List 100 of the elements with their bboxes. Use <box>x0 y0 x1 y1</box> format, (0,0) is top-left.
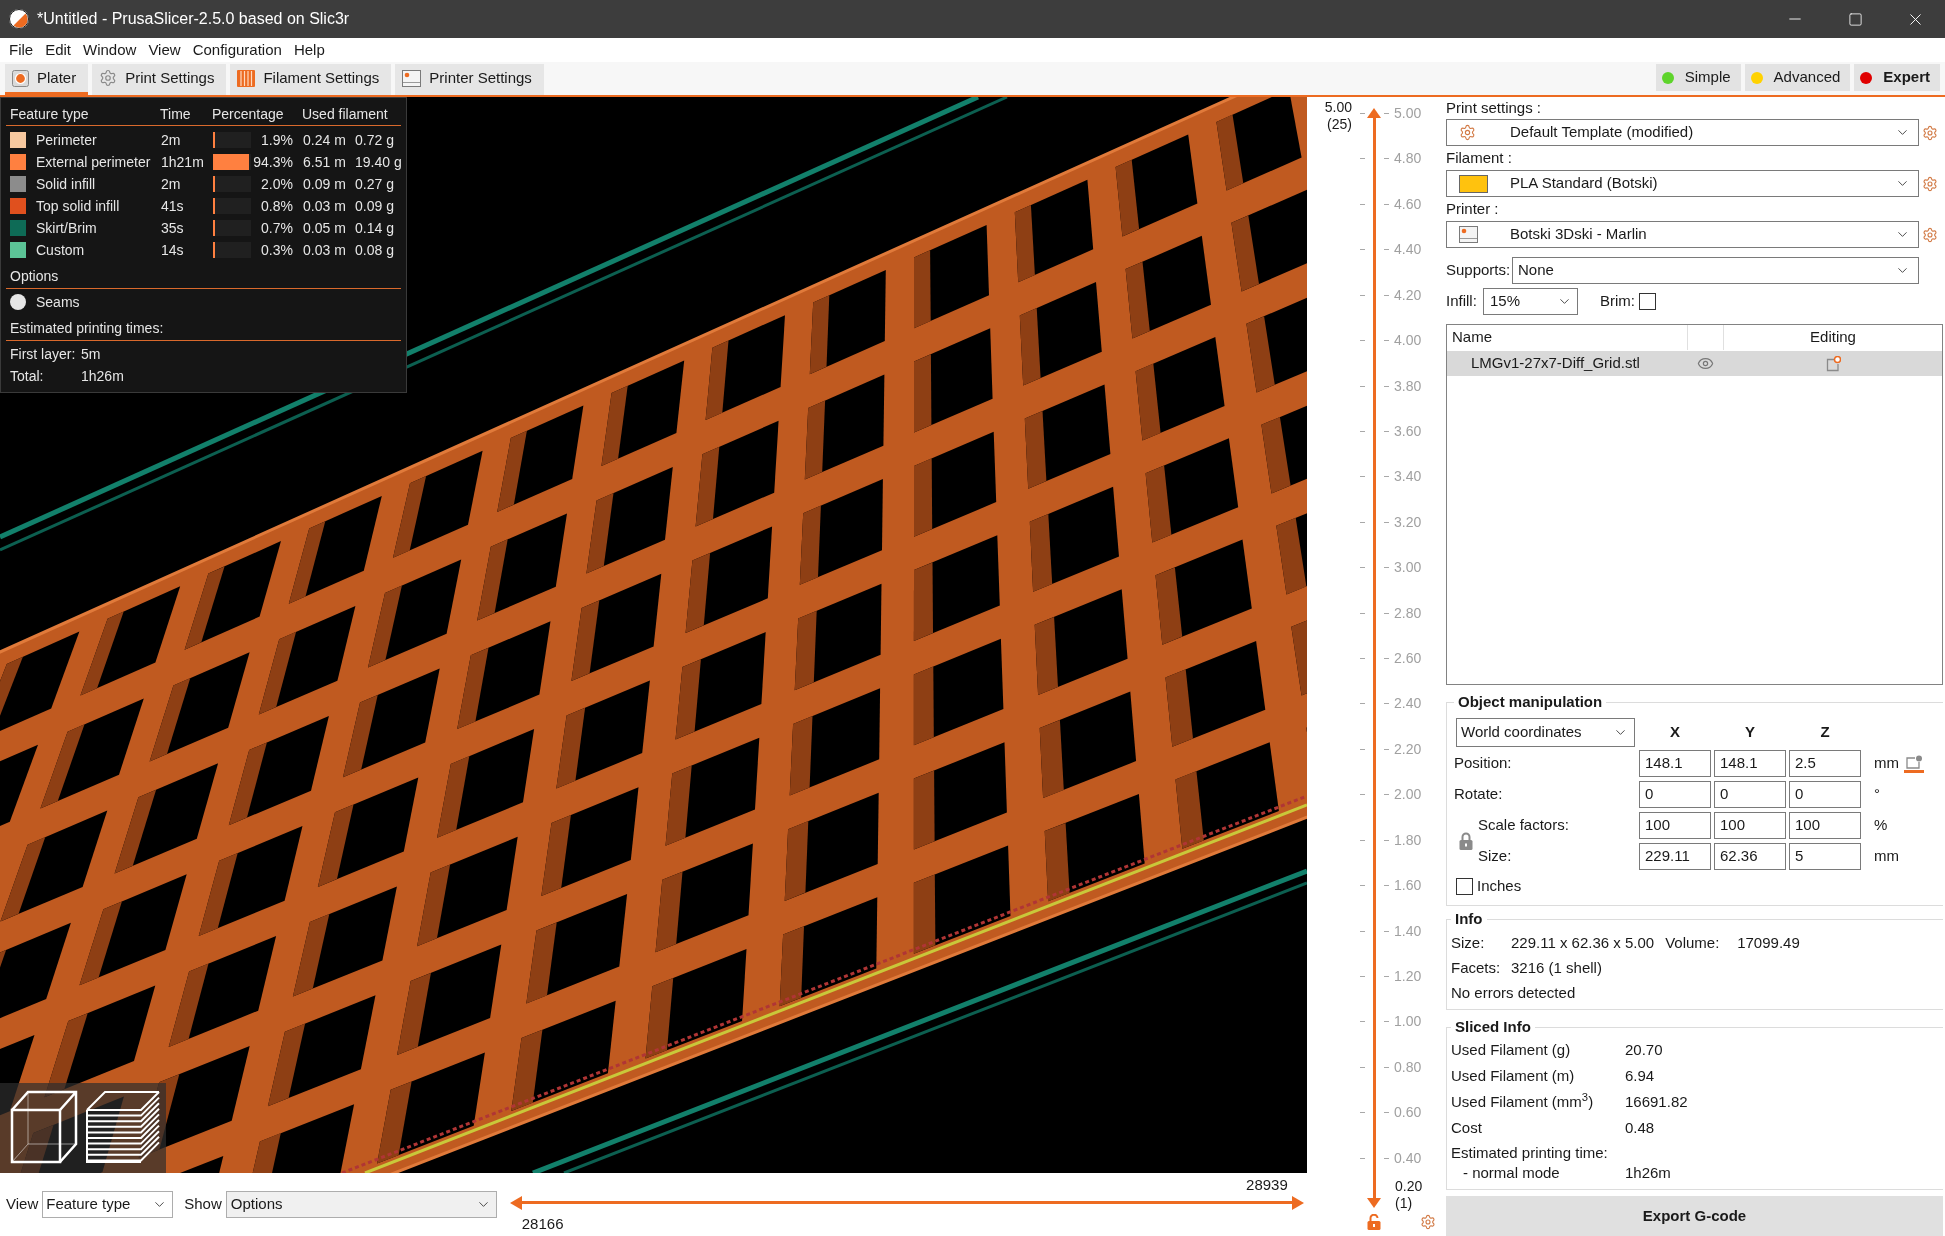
weight-value: 0.72 g <box>355 130 394 150</box>
unit-label: mm <box>1874 753 1899 774</box>
spool-icon <box>237 69 256 87</box>
slider-handle[interactable] <box>1291 1196 1304 1210</box>
show-options-dropdown[interactable]: Options <box>225 1191 497 1218</box>
tick-mark <box>1360 1157 1365 1159</box>
printer-dropdown[interactable]: Botski 3Dski - Marlin <box>1446 221 1919 248</box>
tick-label: 1.60 <box>1394 877 1422 894</box>
number-field[interactable]: 148.1 <box>1714 750 1786 777</box>
time-value: 35s <box>161 218 185 238</box>
info-label: Used Filament (m) <box>1451 1065 1576 1086</box>
length-value: 0.24 m <box>303 130 347 150</box>
tab[interactable]: Plater <box>5 64 89 95</box>
number-field[interactable]: 0 <box>1714 781 1786 808</box>
status-text: No errors detected <box>1451 983 1576 1004</box>
tick-mark <box>1384 794 1389 796</box>
info-label: Used Filament (mm$^{3}$) <box>1451 1090 1595 1112</box>
number-field[interactable]: 62.36 <box>1714 843 1786 870</box>
eye-icon[interactable] <box>1696 355 1714 372</box>
slider-handle[interactable] <box>1367 108 1381 118</box>
slider-handle[interactable] <box>1367 1198 1381 1208</box>
tick-label: 2.80 <box>1394 604 1422 621</box>
tick-mark <box>1384 340 1389 342</box>
tick-mark <box>1360 658 1365 659</box>
print-settings-dropdown[interactable]: Default Template (modified) <box>1446 119 1919 146</box>
number-field[interactable]: 100 <box>1789 812 1861 839</box>
tick-mark <box>1384 930 1389 932</box>
tab[interactable]: Printer Settings <box>395 64 544 95</box>
number-field[interactable]: 2.5 <box>1789 750 1861 777</box>
length-value: 0.03 m <box>303 196 347 216</box>
feature-name: Top solid infill <box>36 196 121 216</box>
open-lock-icon[interactable] <box>1367 1214 1381 1230</box>
menu-item[interactable]: View <box>148 40 181 60</box>
column-header: Editing <box>1723 325 1942 350</box>
tick-mark <box>1360 294 1365 296</box>
number-field[interactable]: 5 <box>1789 843 1861 870</box>
number-field[interactable]: 100 <box>1639 812 1711 839</box>
window-title: *Untitled - PrusaSlicer-2.5.0 based on Slic3r <box>37 9 350 29</box>
object-list-row[interactable]: LMGv1-27x7-Diff_Grid.stl <box>1447 351 1942 376</box>
supports-dropdown[interactable]: None <box>1512 257 1919 284</box>
tick-label: 4.20 <box>1394 286 1422 303</box>
object-on-bed-icon[interactable] <box>1904 754 1924 773</box>
gear-icon[interactable] <box>1420 1214 1436 1230</box>
menu-item[interactable]: Window <box>83 40 137 60</box>
square-dot-icon[interactable] <box>1824 355 1841 372</box>
tick-label: 2.20 <box>1394 740 1422 757</box>
checkbox[interactable] <box>1456 877 1473 895</box>
tick-label: 0.40 <box>1394 1149 1422 1166</box>
slider-value-label: 28166 <box>521 1215 564 1233</box>
checkbox[interactable] <box>1639 293 1656 310</box>
tick-mark <box>1384 476 1389 478</box>
tick-mark <box>1384 385 1389 387</box>
info-value: 17099.49 <box>1737 933 1800 954</box>
number-field[interactable]: 229.11 <box>1639 843 1711 870</box>
export-gcode-button[interactable]: Export G-code <box>1446 1196 1943 1236</box>
tab[interactable]: Filament Settings <box>230 64 392 95</box>
percentage-value: 94.3% <box>252 152 293 172</box>
seam-marker-icon[interactable] <box>10 294 26 310</box>
number-field[interactable]: 100 <box>1714 812 1786 839</box>
percentage-value: 0.3% <box>260 240 293 260</box>
menu-item[interactable]: Help <box>293 40 325 60</box>
field-label: Inches <box>1477 876 1522 896</box>
number-field[interactable]: 0 <box>1789 781 1861 808</box>
gear-icon[interactable] <box>1922 175 1938 192</box>
tick-label: 3.00 <box>1394 559 1422 576</box>
feature-name: Custom <box>36 240 86 260</box>
gear-icon[interactable] <box>1922 124 1938 141</box>
mode-button[interactable]: Simple <box>1655 64 1741 91</box>
column-header: Percentage <box>212 104 285 124</box>
time-value: 2m <box>161 174 182 194</box>
tab[interactable]: Print Settings <box>92 64 227 95</box>
filament-dropdown[interactable]: PLA Standard (Botski) <box>1446 170 1919 197</box>
gear-icon[interactable] <box>1922 226 1938 243</box>
coordinate-system-dropdown[interactable]: World coordinates <box>1456 718 1635 747</box>
percentage-value: 0.8% <box>260 196 293 216</box>
tick-mark <box>1384 703 1389 705</box>
infill-dropdown[interactable]: 15% <box>1483 288 1578 315</box>
layer-number-label: (1) <box>1395 1195 1413 1212</box>
tick-mark <box>1360 794 1365 796</box>
layer-height-label: 5.00 <box>1324 99 1352 116</box>
mode-button[interactable]: Expert <box>1854 64 1940 91</box>
range-slider-track[interactable] <box>509 1196 1304 1210</box>
view-type-dropdown[interactable]: Feature type <box>42 1191 174 1218</box>
maximize-icon[interactable] <box>1847 11 1863 27</box>
menu-item[interactable]: File <box>9 40 34 60</box>
menu-item[interactable]: Configuration <box>192 40 282 60</box>
slider-handle[interactable] <box>509 1196 522 1210</box>
group-title: Object manipulation <box>1457 692 1604 712</box>
file-name: LMGv1-27x7-Diff_Grid.stl <box>1470 353 1641 374</box>
cube-icon[interactable] <box>10 1090 78 1164</box>
mode-button[interactable]: Advanced <box>1744 64 1851 91</box>
layers-icon[interactable] <box>85 1090 161 1164</box>
number-field[interactable]: 0 <box>1639 781 1711 808</box>
number-field[interactable]: 148.1 <box>1639 750 1711 777</box>
tick-mark <box>1360 203 1365 205</box>
lock-icon[interactable] <box>1459 832 1473 850</box>
menu-item[interactable]: Edit <box>45 40 72 60</box>
feature-name: Skirt/Brim <box>36 218 98 238</box>
tick-mark <box>1360 1112 1365 1114</box>
tick-mark <box>1384 748 1389 750</box>
